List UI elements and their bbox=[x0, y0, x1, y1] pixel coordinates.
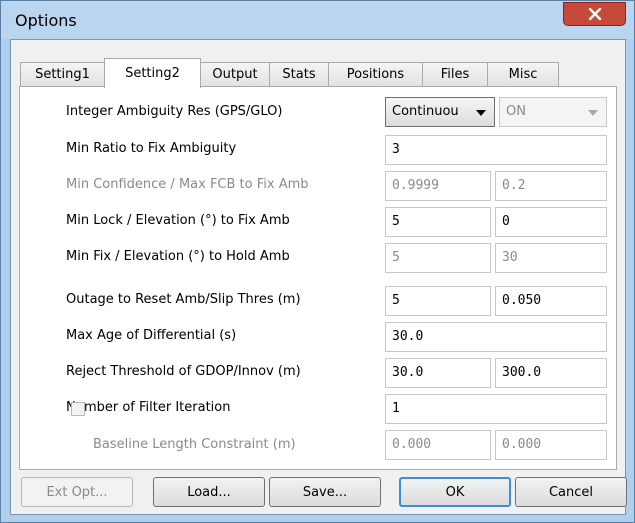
baseline-checkbox[interactable] bbox=[71, 402, 85, 416]
tab-files[interactable]: Files bbox=[422, 62, 488, 86]
reject-threshold-label: Reject Threshold of GDOP/Innov (m) bbox=[66, 364, 301, 379]
min-ratio-label: Min Ratio to Fix Ambiguity bbox=[66, 141, 237, 156]
title-bar[interactable]: Options bbox=[1, 1, 634, 39]
ambiguity-mode-select[interactable]: Continuou bbox=[385, 97, 495, 127]
baseline-length-field: 0.000 bbox=[385, 430, 491, 460]
min-ratio-field[interactable]: 3 bbox=[385, 135, 607, 165]
dialog-body: Setting1 Setting2 Output Stats Positions… bbox=[10, 39, 626, 515]
min-lock-label: Min Lock / Elevation (°) to Fix Amb bbox=[66, 213, 290, 228]
min-fix-label: Min Fix / Elevation (°) to Hold Amb bbox=[66, 249, 290, 264]
tab-label: Stats bbox=[282, 67, 316, 82]
glo-ambiguity-select: ON bbox=[499, 97, 607, 127]
tab-label: Files bbox=[440, 67, 470, 82]
tab-positions[interactable]: Positions bbox=[328, 62, 423, 86]
cancel-label: Cancel bbox=[548, 484, 594, 500]
innov-threshold-field[interactable]: 300.0 bbox=[495, 358, 607, 388]
load-button[interactable]: Load... bbox=[153, 477, 265, 507]
tab-misc[interactable]: Misc bbox=[487, 62, 559, 86]
gdop-threshold-field[interactable]: 30.0 bbox=[385, 358, 491, 388]
baseline-sigma-field: 0.000 bbox=[495, 430, 607, 460]
setting2-panel: Integer Ambiguity Res (GPS/GLO) Continuo… bbox=[19, 86, 617, 470]
cancel-button[interactable]: Cancel bbox=[515, 477, 627, 507]
window-title: Options bbox=[15, 11, 77, 30]
save-label: Save... bbox=[302, 484, 348, 500]
tab-stats[interactable]: Stats bbox=[269, 62, 329, 86]
min-confidence-label: Min Confidence / Max FCB to Fix Amb bbox=[66, 177, 309, 192]
max-age-field[interactable]: 30.0 bbox=[385, 322, 607, 352]
ext-opt-label: Ext Opt... bbox=[46, 484, 108, 500]
min-fix-field: 5 bbox=[385, 243, 491, 273]
load-label: Load... bbox=[187, 484, 231, 500]
tab-label: Output bbox=[212, 67, 258, 82]
save-button[interactable]: Save... bbox=[269, 477, 381, 507]
tab-output[interactable]: Output bbox=[200, 62, 270, 86]
filter-iteration-label: Number of Filter Iteration bbox=[66, 400, 231, 415]
filter-iteration-field[interactable]: 1 bbox=[385, 394, 607, 424]
min-confidence-field: 0.9999 bbox=[385, 171, 491, 201]
tab-label: Misc bbox=[508, 67, 538, 82]
outage-label: Outage to Reset Amb/Slip Thres (m) bbox=[66, 292, 301, 307]
fix-elevation-field[interactable]: 0 bbox=[495, 207, 607, 237]
hold-elevation-field: 30 bbox=[495, 243, 607, 273]
chevron-down-icon bbox=[588, 110, 598, 116]
outage-field[interactable]: 5 bbox=[385, 286, 491, 316]
max-age-label: Max Age of Differential (s) bbox=[66, 328, 237, 343]
ext-opt-button: Ext Opt... bbox=[21, 477, 133, 507]
integer-ambiguity-label: Integer Ambiguity Res (GPS/GLO) bbox=[66, 104, 283, 119]
min-lock-field[interactable]: 5 bbox=[385, 207, 491, 237]
chevron-down-icon bbox=[476, 110, 486, 116]
glo-ambiguity-value: ON bbox=[506, 104, 526, 119]
tab-setting1[interactable]: Setting1 bbox=[20, 62, 105, 86]
slip-threshold-field[interactable]: 0.050 bbox=[495, 286, 607, 316]
max-fcb-field: 0.2 bbox=[495, 171, 607, 201]
ok-button[interactable]: OK bbox=[399, 477, 511, 507]
tab-label: Setting2 bbox=[125, 66, 180, 81]
close-icon bbox=[588, 7, 601, 21]
close-button[interactable] bbox=[563, 2, 626, 26]
ambiguity-mode-value: Continuou bbox=[392, 104, 459, 119]
ok-label: OK bbox=[445, 484, 465, 500]
tab-setting2[interactable]: Setting2 bbox=[104, 58, 201, 88]
options-window: Options Setting1 Setting2 Output Stats P… bbox=[0, 0, 635, 523]
tab-label: Positions bbox=[346, 67, 405, 82]
tab-label: Setting1 bbox=[35, 67, 90, 82]
baseline-label: Baseline Length Constraint (m) bbox=[93, 437, 296, 452]
